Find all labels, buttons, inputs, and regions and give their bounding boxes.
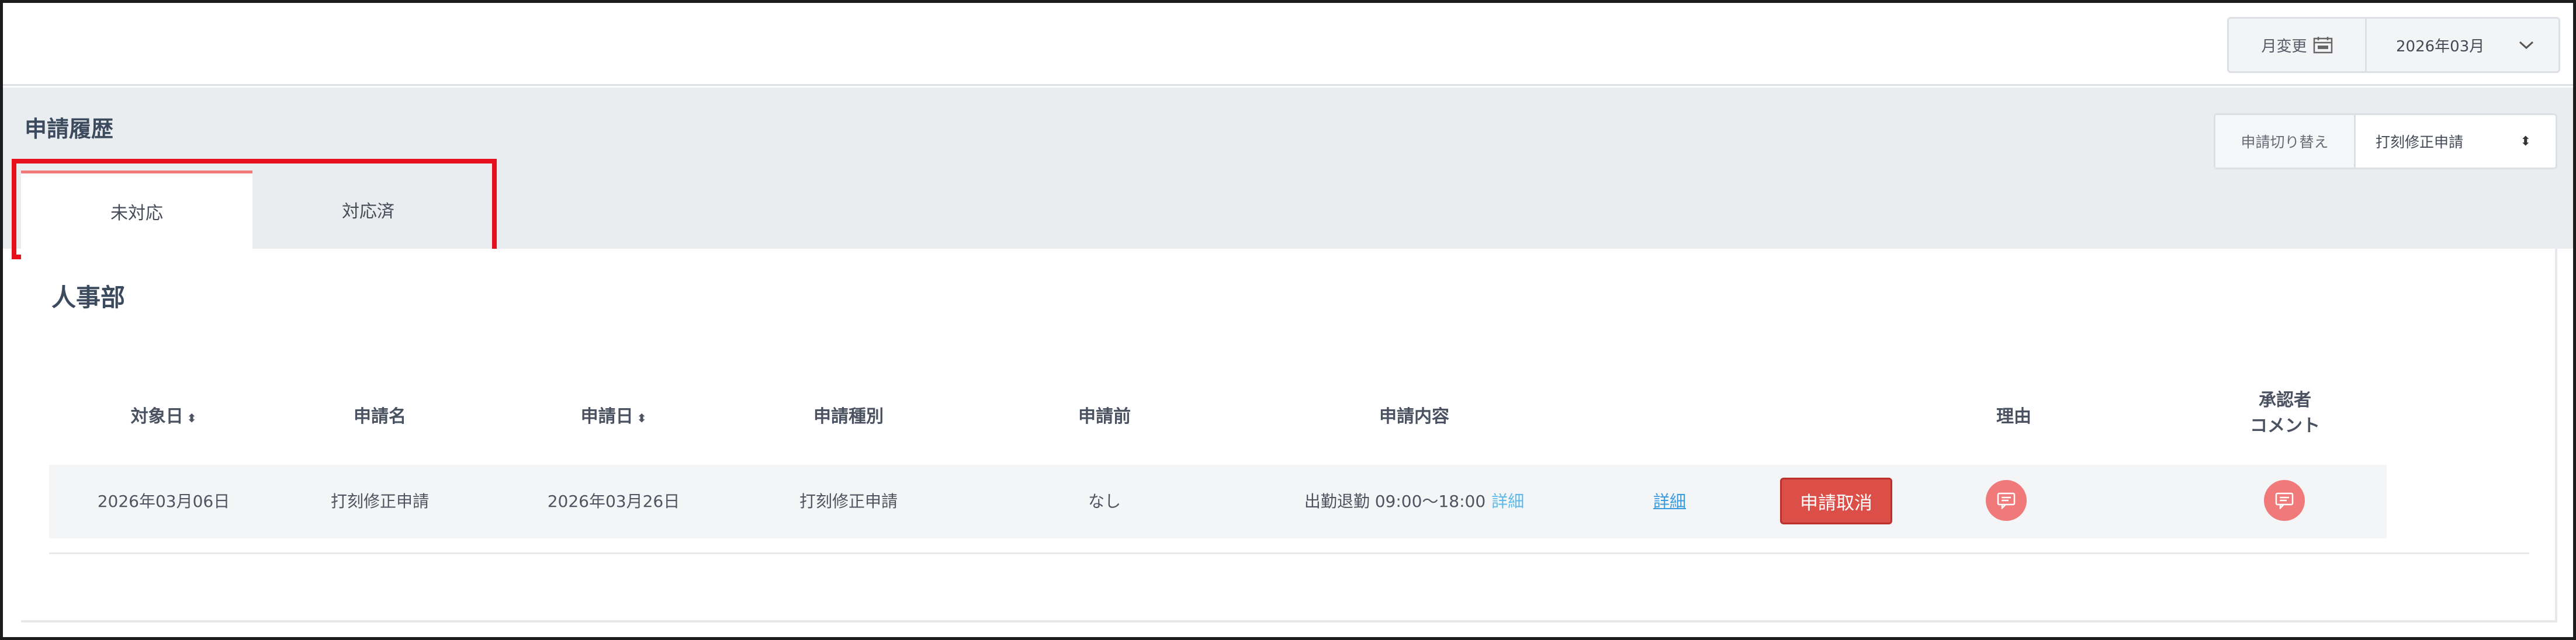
column-request-name-label: 申請名 [354,406,406,427]
month-change-label: 月変更 [2261,37,2307,55]
column-request-date-label: 申請日 [580,406,633,427]
month-value: 2026年03月 [2396,37,2485,55]
column-request-name: 申請名 [304,404,456,430]
comment-icon [2275,492,2294,509]
tab-handled-label: 対応済 [342,201,394,222]
month-selector[interactable]: 月変更 2026年03月 [2227,17,2560,73]
column-reason-label: 理由 [1996,406,2031,427]
sort-icon: ⬍ [636,411,647,425]
table-divider [49,552,2529,554]
request-switch-selector[interactable]: 申請切り替え 打刻修正申請 ⬍ [2214,113,2557,169]
cell-target-date: 2026年03月06日 [97,492,230,511]
updown-arrow-icon: ⬍ [2520,134,2531,149]
page-title: 申請履歴 [25,116,114,142]
cell-request-date: 2026年03月26日 [547,492,680,511]
column-approver-comment: 承認者 コメント [2209,388,2361,439]
cancel-request-label: 申請取消 [1800,492,1872,514]
chevron-down-icon [2519,41,2534,50]
content-detail-link[interactable]: 詳細 [1491,492,1524,511]
column-request-type-label: 申請種別 [813,406,884,427]
cancel-request-button[interactable]: 申請取消 [1780,478,1892,524]
column-content-label: 申請内容 [1379,406,1449,427]
cell-content-text: 出勤退勤 09:00～18:00 [1304,492,1486,511]
column-request-date[interactable]: 申請日 ⬍ [538,404,690,431]
content-panel [21,249,2557,622]
reason-comment-button[interactable] [1986,480,2027,521]
tab-handled[interactable]: 対応済 [252,171,484,249]
tab-pending[interactable]: 未対応 [21,171,252,249]
month-dropdown[interactable]: 2026年03月 [2367,19,2558,71]
cell-content: 出勤退勤 09:00～18:00 詳細 [1262,487,1566,516]
column-target-date-label: 対象日 [130,406,183,427]
cell-before: なし [1088,492,1121,511]
column-reason: 理由 [1938,404,2090,430]
column-approver-comment-line1: 承認者 [2259,390,2311,411]
request-switch-value: 打刻修正申請 [2376,134,2464,151]
top-bar: 月変更 2026年03月 [3,3,2573,86]
column-request-type: 申請種別 [773,404,925,430]
month-change-label-box: 月変更 [2229,19,2367,71]
column-before: 申請前 [1029,404,1180,430]
column-target-date[interactable]: 対象日 ⬍ [88,404,240,431]
cell-request-type: 打刻修正申請 [799,492,898,511]
tab-pending-label: 未対応 [110,203,163,224]
department-title: 人事部 [51,283,126,312]
comment-icon [1997,492,2016,509]
column-before-label: 申請前 [1078,406,1131,427]
request-switch-label: 申請切り替え [2215,115,2356,168]
request-switch-dropdown[interactable]: 打刻修正申請 ⬍ [2356,115,2556,168]
calendar-icon [2313,37,2332,54]
column-content: 申請内容 [1338,404,1490,430]
cell-request-name: 打刻修正申請 [330,492,429,511]
column-approver-comment-line2: コメント [2250,416,2320,436]
approver-comment-button[interactable] [2264,480,2305,521]
detail-link[interactable]: 詳細 [1649,487,1690,516]
sort-icon: ⬍ [186,411,197,425]
